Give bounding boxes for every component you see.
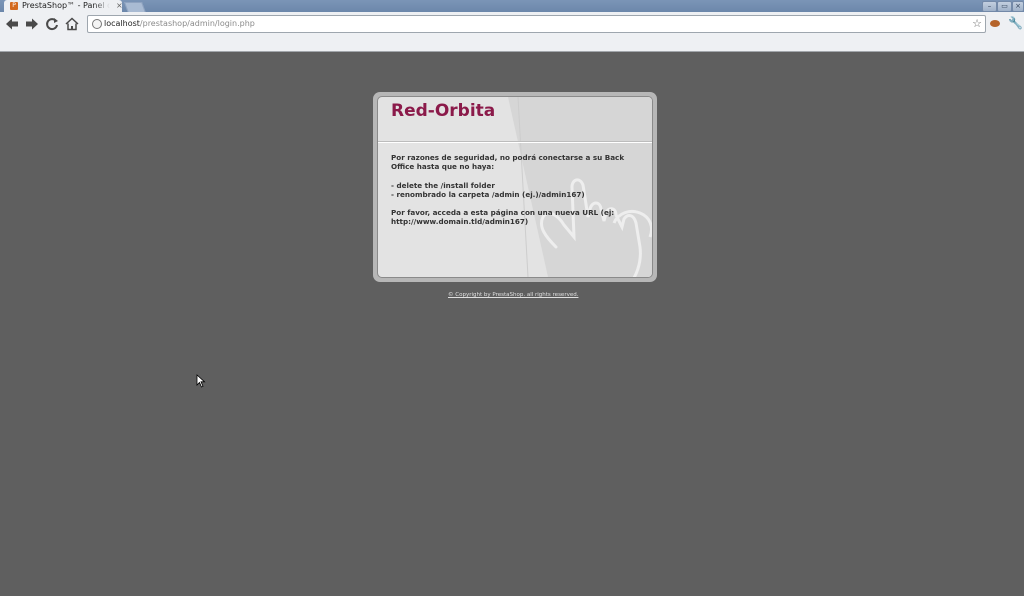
tab-close-icon[interactable]: ×	[116, 0, 123, 12]
extension-icon[interactable]	[990, 20, 1000, 27]
mouse-cursor-icon	[196, 374, 206, 388]
address-bar[interactable]: localhost/prestashop/admin/login.php ☆	[87, 15, 986, 33]
url-text: localhost/prestashop/admin/login.php	[104, 16, 255, 32]
new-url-message: Por favor, acceda a esta página con una …	[391, 208, 615, 226]
security-message: Por razones de seguridad, no podrá conec…	[391, 153, 625, 171]
tab-title: PrestaShop™ - Panel d	[22, 0, 110, 12]
reload-button[interactable]	[43, 15, 61, 33]
home-button[interactable]	[63, 15, 81, 33]
step-delete-install: - delete the /install folder	[391, 181, 495, 190]
wrench-icon[interactable]: 🔧	[1008, 16, 1023, 30]
header-divider	[378, 142, 652, 143]
url-host: localhost	[104, 19, 140, 28]
step-rename-admin: - renombrado la carpeta /admin (ej.)/adm…	[391, 190, 585, 199]
maximize-button[interactable]: ▭	[997, 1, 1012, 12]
login-panel-frame: Red-Orbita Por razones de seguridad, no …	[373, 92, 657, 282]
browser-tab[interactable]: P PrestaShop™ - Panel d ×	[4, 0, 123, 12]
browser-titlebar: P PrestaShop™ - Panel d × – ▭ ×	[0, 0, 1024, 13]
close-window-button[interactable]: ×	[1012, 1, 1024, 12]
login-panel: Red-Orbita Por razones de seguridad, no …	[377, 96, 653, 278]
prestashop-favicon-icon: P	[10, 2, 18, 10]
forward-button[interactable]	[23, 15, 41, 33]
back-button[interactable]	[3, 15, 21, 33]
back-arrow-icon	[6, 18, 18, 30]
site-name: Red-Orbita	[391, 101, 496, 121]
url-path: /prestashop/admin/login.php	[139, 19, 255, 28]
forward-arrow-icon	[26, 18, 38, 30]
reload-icon	[46, 18, 58, 31]
browser-toolbar: localhost/prestashop/admin/login.php ☆ 🔧	[0, 12, 1024, 36]
site-info-icon[interactable]	[92, 19, 102, 29]
panel-header: Red-Orbita	[378, 97, 652, 142]
home-icon	[65, 17, 79, 31]
minimize-button[interactable]: –	[982, 1, 997, 12]
copyright-link[interactable]: © Copyright by PrestaShop. all rights re…	[448, 292, 578, 298]
bookmarks-bar	[0, 36, 1024, 52]
star-icon[interactable]: ☆	[972, 16, 982, 32]
